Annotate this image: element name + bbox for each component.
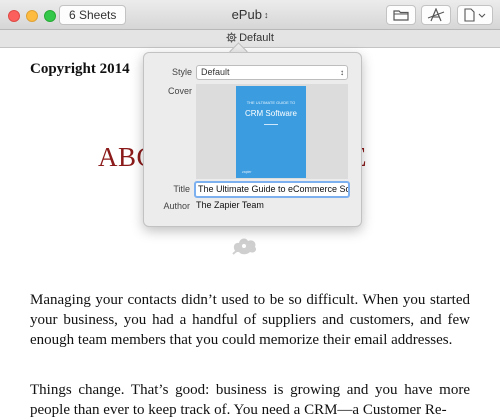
style-select-value: Default <box>201 67 230 77</box>
body-paragraph-1: Managing your contacts didn’t used to be… <box>30 292 470 348</box>
sheet-style-bar[interactable]: Default <box>0 30 500 48</box>
folder-button[interactable] <box>386 5 416 25</box>
sheet-style-label: Default <box>239 32 274 44</box>
cover-title: CRM Software <box>244 109 297 118</box>
folder-icon <box>393 10 409 21</box>
font-button[interactable] <box>421 5 451 25</box>
cover-kicker: THE ULTIMATE GUIDE TO <box>246 100 296 105</box>
document-button[interactable] <box>457 5 493 25</box>
chevron-updown-icon: ↕ <box>340 68 344 77</box>
body-paragraph-2: Things change. That’s good: business is … <box>30 382 470 418</box>
copyright-line: Copyright 2014 <box>30 61 130 77</box>
document-title: ePub <box>231 7 262 22</box>
author-field[interactable]: The Zapier Team <box>196 200 264 210</box>
font-icon <box>427 8 445 22</box>
document-icon <box>464 8 486 22</box>
cover-label: Cover <box>167 86 192 96</box>
sheet-settings-popover: Style Default ↕ Cover THE ULTIMATE GUIDE… <box>143 52 362 227</box>
title-field[interactable]: The Ultimate Guide to eCommerce Software <box>194 181 350 198</box>
cover-image-well[interactable]: THE ULTIMATE GUIDE TO CRM Software zapie… <box>196 84 348 179</box>
ornament-icon <box>230 234 260 261</box>
style-select[interactable]: Default ↕ <box>196 65 348 80</box>
author-label: Author <box>163 201 190 211</box>
style-label: Style <box>171 67 192 77</box>
window-titlebar: 6 Sheets ePub ↕ <box>0 0 500 30</box>
title-label: Title <box>173 184 190 194</box>
gear-icon <box>226 32 237 43</box>
cover-image: THE ULTIMATE GUIDE TO CRM Software zapie… <box>236 86 306 178</box>
cover-logo: zapier <box>242 170 252 174</box>
chevron-updown-icon: ↕ <box>263 10 269 20</box>
cover-divider <box>264 124 278 125</box>
